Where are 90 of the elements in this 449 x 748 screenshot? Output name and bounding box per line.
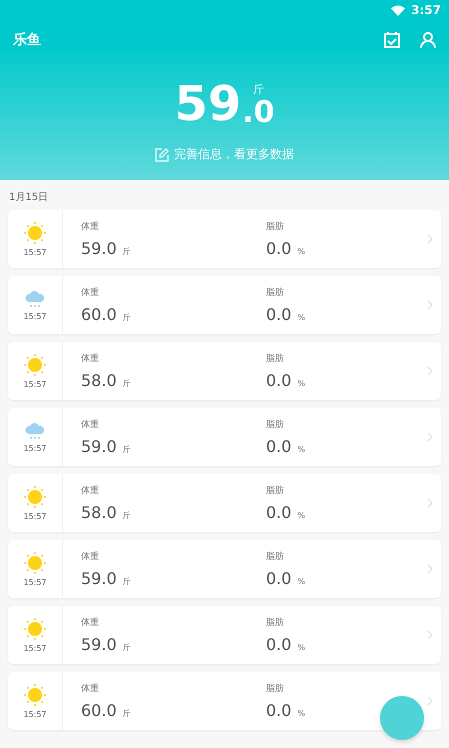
rain-cloud-icon — [24, 422, 46, 440]
weight-reading: 59.0 — [81, 569, 117, 588]
weight-unit: 斤 — [122, 576, 131, 587]
user-icon[interactable] — [419, 31, 437, 49]
chevron-icon — [427, 696, 433, 706]
weight-label: 体重 — [81, 550, 100, 563]
weight-unit: 斤 — [252, 82, 264, 96]
weight-unit: 斤 — [122, 312, 131, 323]
fat-unit: % — [297, 709, 306, 718]
record-time: 15:57 — [23, 380, 47, 388]
date-label: 1月15日 — [8, 191, 50, 205]
record-card[interactable]: 15:57 体重 59.0 斤 脂肪 0.0 % — [8, 210, 441, 268]
chevron-icon — [427, 630, 433, 640]
fat-reading: 0.0 — [266, 239, 292, 258]
record-time: 15:57 — [23, 578, 47, 586]
record-time: 15:57 — [23, 312, 47, 320]
app-title: 乐鱼 — [13, 31, 42, 49]
weight-reading: 60.0 — [81, 701, 117, 720]
weight-unit: 斤 — [122, 510, 131, 521]
weight-reading: 58.0 — [81, 503, 117, 522]
fat-label: 脂肪 — [266, 484, 285, 497]
fat-label: 脂肪 — [266, 616, 285, 629]
record-card[interactable]: 15:57 体重 59.0 斤 脂肪 0.0 % — [8, 408, 441, 466]
sun-icon — [24, 618, 46, 640]
sun-icon — [24, 552, 46, 574]
weight-unit: 斤 — [122, 444, 131, 455]
calendar-check-icon[interactable] — [383, 31, 401, 49]
weight-reading: 59.0 — [81, 239, 117, 258]
fat-unit: % — [297, 445, 306, 454]
fat-label: 脂肪 — [266, 220, 285, 233]
weight-label: 体重 — [81, 418, 100, 431]
weight-unit: 斤 — [122, 642, 131, 653]
record-card[interactable]: 15:57 体重 58.0 斤 脂肪 0.0 % — [8, 474, 441, 532]
record-time: 15:57 — [23, 248, 47, 256]
fat-label: 脂肪 — [266, 418, 285, 431]
weight-label: 体重 — [81, 616, 100, 629]
fat-reading: 0.0 — [266, 701, 292, 720]
fat-reading: 0.0 — [266, 635, 292, 654]
record-time: 15:57 — [23, 444, 47, 452]
chevron-icon — [427, 498, 433, 508]
fat-label: 脂肪 — [266, 682, 285, 695]
status-time: 3:57 — [411, 3, 441, 17]
fat-reading: 0.0 — [266, 569, 292, 588]
chevron-icon — [427, 300, 433, 310]
fat-unit: % — [297, 511, 306, 520]
record-card[interactable]: 15:57 体重 60.0 斤 脂肪 0.0 % — [8, 672, 441, 730]
record-card[interactable]: 15:57 体重 60.0 斤 脂肪 0.0 % — [8, 276, 441, 334]
fat-reading: 0.0 — [266, 437, 292, 456]
record-card[interactable]: 15:57 体重 59.0 斤 脂肪 0.0 % — [8, 540, 441, 598]
weight-reading: 58.0 — [81, 371, 117, 390]
record-card[interactable]: 15:57 体重 59.0 斤 脂肪 0.0 % — [8, 606, 441, 664]
weight-decimal: .0 — [242, 98, 275, 128]
weight-label: 体重 — [81, 682, 100, 695]
record-time: 15:57 — [23, 710, 47, 718]
wifi-icon — [391, 4, 406, 16]
weight-label: 体重 — [81, 484, 100, 497]
fat-label: 脂肪 — [266, 550, 285, 563]
weight-label: 体重 — [81, 286, 100, 299]
fat-unit: % — [297, 247, 306, 256]
fat-reading: 0.0 — [266, 305, 292, 324]
chevron-icon — [427, 234, 433, 244]
fat-reading: 0.0 — [266, 371, 292, 390]
chevron-icon — [427, 432, 433, 442]
fat-unit: % — [297, 577, 306, 586]
sun-icon — [24, 486, 46, 508]
weight-label: 体重 — [81, 352, 100, 365]
weight-unit: 斤 — [122, 708, 131, 719]
fat-reading: 0.0 — [266, 503, 292, 522]
weight-unit: 斤 — [122, 378, 131, 389]
weight-reading: 59.0 — [81, 437, 117, 456]
fat-unit: % — [297, 643, 306, 652]
weight-reading: 59.0 — [81, 635, 117, 654]
sun-icon — [24, 684, 46, 706]
fat-label: 脂肪 — [266, 286, 285, 299]
sun-icon — [24, 222, 46, 244]
record-time: 15:57 — [23, 644, 47, 652]
fat-label: 脂肪 — [266, 352, 285, 365]
sun-icon — [24, 354, 46, 376]
weight-value: 59 — [174, 80, 242, 128]
chevron-icon — [427, 564, 433, 574]
edit-icon — [155, 148, 169, 162]
rain-cloud-icon — [24, 290, 46, 308]
weight-label: 体重 — [81, 220, 100, 233]
weight-reading: 60.0 — [81, 305, 117, 324]
chevron-icon — [427, 366, 433, 376]
record-time: 15:57 — [23, 512, 47, 520]
fat-unit: % — [297, 313, 306, 322]
fat-unit: % — [297, 379, 306, 388]
weight-unit: 斤 — [122, 246, 131, 257]
record-card[interactable]: 15:57 体重 58.0 斤 脂肪 0.0 % — [8, 342, 441, 400]
